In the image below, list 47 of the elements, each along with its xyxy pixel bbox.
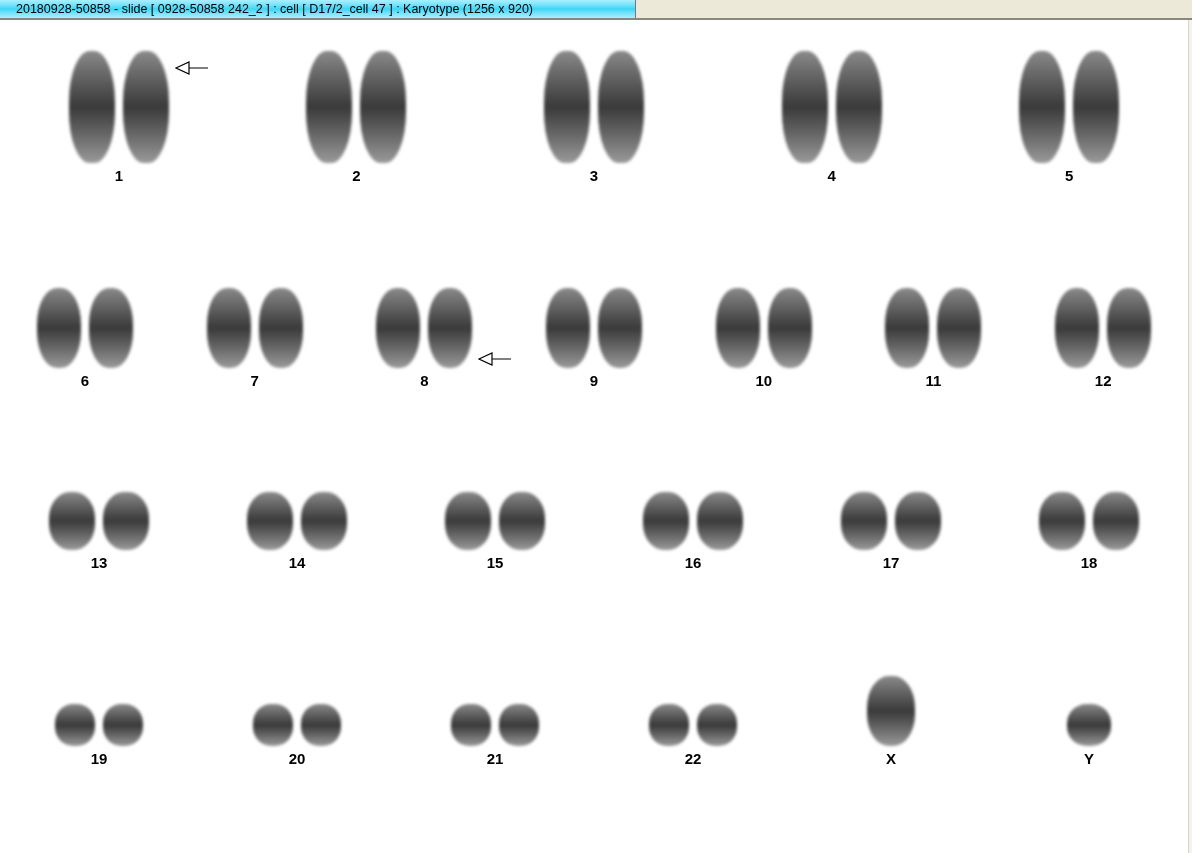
chromosome-image [643, 492, 689, 550]
chromosome-image [301, 492, 347, 550]
chromosome-number: 1 [114, 167, 123, 185]
chromosome-number: 20 [288, 750, 306, 768]
chromosome-number: 18 [1080, 554, 1098, 572]
chromosome-number: 10 [755, 372, 773, 390]
chromosome-image [867, 676, 915, 746]
chromosome-number: 4 [827, 167, 836, 185]
chromosome-number: 9 [589, 372, 599, 390]
chromosome-image [697, 704, 737, 746]
chromosome-number: 15 [486, 554, 504, 572]
chromosome-image [55, 704, 95, 746]
chromosome-number: 22 [684, 750, 702, 768]
chromosome-image [49, 492, 95, 550]
chromosome-image [841, 492, 887, 550]
chromosome-number: 3 [589, 167, 599, 185]
chromosome-number: 13 [90, 554, 108, 572]
chromosome-number: X [886, 750, 896, 768]
chromosome-image [649, 704, 689, 746]
chromosome-number: 14 [288, 554, 306, 572]
chromosome-image [301, 704, 341, 746]
chromosome-number: 7 [250, 372, 259, 390]
chromosome-image [1093, 492, 1139, 550]
chromosome-number: 19 [90, 750, 108, 768]
chromosome-number: 12 [1094, 372, 1112, 390]
chromosome-number: 6 [80, 372, 90, 390]
chromosome-image [451, 704, 491, 746]
chromosome-image [103, 704, 143, 746]
chromosome-image [253, 704, 293, 746]
chromosome-image [445, 492, 491, 550]
chromosome-number: 2 [352, 167, 361, 185]
chromosome-number: 21 [486, 750, 504, 768]
chromosome-number: 8 [420, 372, 429, 390]
chromosome-number: 11 [925, 372, 942, 390]
chromosome-number: 17 [882, 554, 900, 572]
chromosome-image [247, 492, 293, 550]
window-title[interactable]: 20180928-50858 - slide [ 0928-50858 242_2 ] : cell [ D17/2_cell 47 ] : Karyotype (1256 x 920) [0, 0, 636, 18]
chromosome-image [1039, 492, 1085, 550]
chromosome-image [697, 492, 743, 550]
chromosome-image [499, 704, 539, 746]
chromosome-number: 5 [1065, 167, 1074, 185]
chromosome-image [103, 492, 149, 550]
chromosome-number: 16 [684, 554, 702, 572]
chromosome-image [895, 492, 941, 550]
chromosome-image [499, 492, 545, 550]
chromosome-image [1067, 704, 1111, 746]
chromosome-number: Y [1084, 750, 1094, 768]
